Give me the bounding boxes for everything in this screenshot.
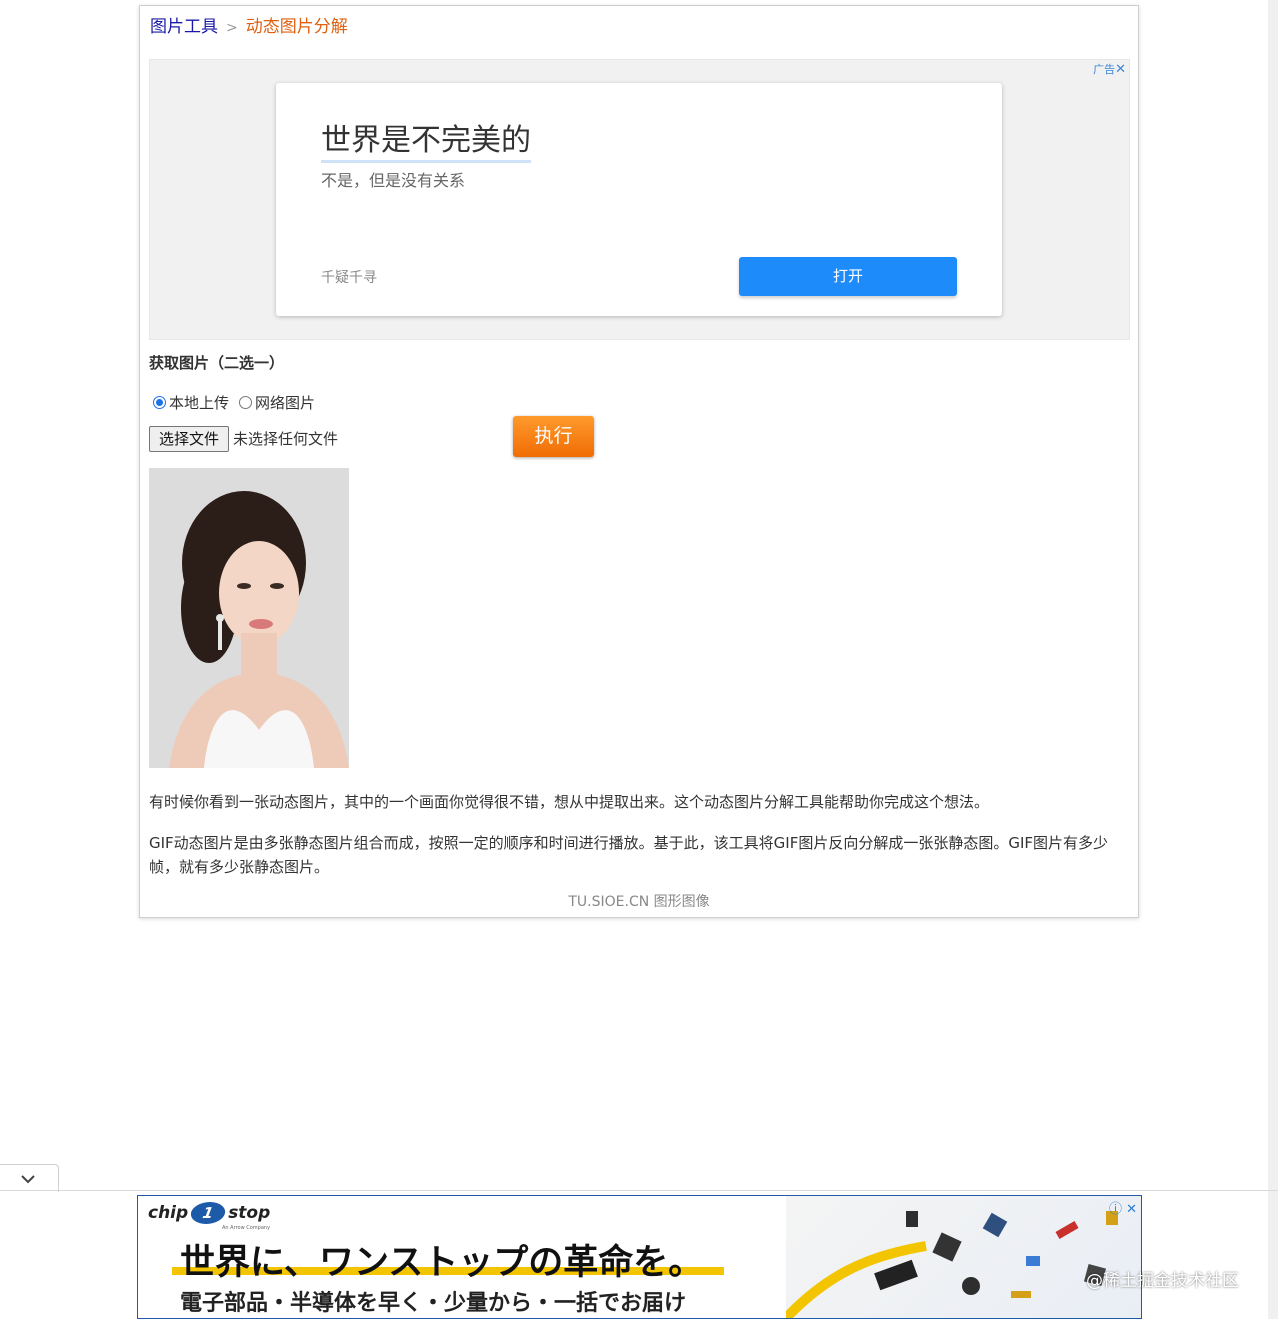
chevron-down-icon: [21, 1175, 35, 1184]
tool-panel: 图片工具 > 动态图片分解 广告✕ 世界是不完美的 不是，但是没有关系 千疑千寻 打…: [139, 5, 1139, 918]
info-icon[interactable]: ⓘ: [1109, 1202, 1122, 1217]
preview-image: [149, 468, 349, 768]
chip1stop-logo: chip 1 stop: [148, 1202, 270, 1224]
radio-label-network-image[interactable]: 网络图片: [255, 392, 315, 413]
logo-number: 1: [189, 1202, 228, 1224]
logo-left-text: chip: [148, 1203, 189, 1223]
radio-local-upload[interactable]: [153, 396, 166, 409]
components-image: [782, 1196, 1141, 1318]
choose-file-button[interactable]: 选择文件: [149, 426, 229, 452]
page-scrollbar[interactable]: [1268, 0, 1278, 1319]
ad-choice-icons[interactable]: ⓘ ✕: [1109, 1198, 1137, 1217]
ad-open-button[interactable]: 打开: [739, 257, 957, 296]
collapse-ad-toggle[interactable]: [0, 1164, 59, 1192]
watermark: @稀土掘金技术社区: [1086, 1271, 1239, 1291]
ad-source: 千疑千寻: [321, 270, 377, 286]
ad-label[interactable]: 广告✕: [1093, 61, 1126, 77]
radio-label-local-upload[interactable]: 本地上传: [169, 392, 229, 413]
footer-text: TU.SIOE.CN 图形图像: [568, 894, 710, 910]
ad-subtitle: 不是，但是没有关系: [321, 171, 466, 190]
radio-network-image[interactable]: [239, 396, 253, 409]
breadcrumb-current: 动态图片分解: [245, 17, 348, 37]
breadcrumb: 图片工具 > 动态图片分解: [150, 16, 348, 39]
file-status: 未选择任何文件: [233, 430, 339, 448]
ad-card[interactable]: 世界是不完美的 不是，但是没有关系 千疑千寻 打开: [276, 83, 1002, 316]
breadcrumb-root-link[interactable]: 图片工具: [150, 17, 218, 37]
ad-subline: 電子部品・半導体を早く・少量から・一括でお届け: [180, 1291, 687, 1316]
top-ad-banner[interactable]: 广告✕ 世界是不完美的 不是，但是没有关系 千疑千寻 打开: [149, 59, 1130, 340]
ad-divider: [0, 1190, 1278, 1191]
close-icon[interactable]: ✕: [1126, 1202, 1137, 1217]
logo-right-text: stop: [228, 1203, 271, 1223]
ad-title[interactable]: 世界是不完美的: [321, 115, 531, 163]
portrait-image: [149, 468, 349, 768]
run-button[interactable]: 执行: [513, 416, 594, 457]
bottom-ad-banner[interactable]: chip 1 stop An Arrow Company 世界に、ワンストップの革命…: [137, 1195, 1142, 1319]
close-icon[interactable]: ✕: [1115, 62, 1126, 77]
chevron-right-icon: >: [226, 20, 238, 36]
ad-headline: 世界に、ワンストップの革命を。: [180, 1243, 704, 1283]
ad-tag-text: 广告: [1093, 63, 1116, 76]
description-paragraph-1: 有时候你看到一张动态图片，其中的一个画面你觉得很不错，想从中提取出来。这个动态图…: [149, 793, 990, 811]
logo-subtitle: An Arrow Company: [222, 1225, 271, 1231]
description-paragraph-2: GIF动态图片是由多张静态图片组合而成，按照一定的顺序和时间进行播放。基于此，该…: [149, 834, 1109, 876]
source-radio-group: 本地上传 网络图片: [153, 392, 325, 413]
electronic-parts-image: [782, 1211, 1118, 1318]
section-title: 获取图片（二选一）: [149, 354, 285, 372]
